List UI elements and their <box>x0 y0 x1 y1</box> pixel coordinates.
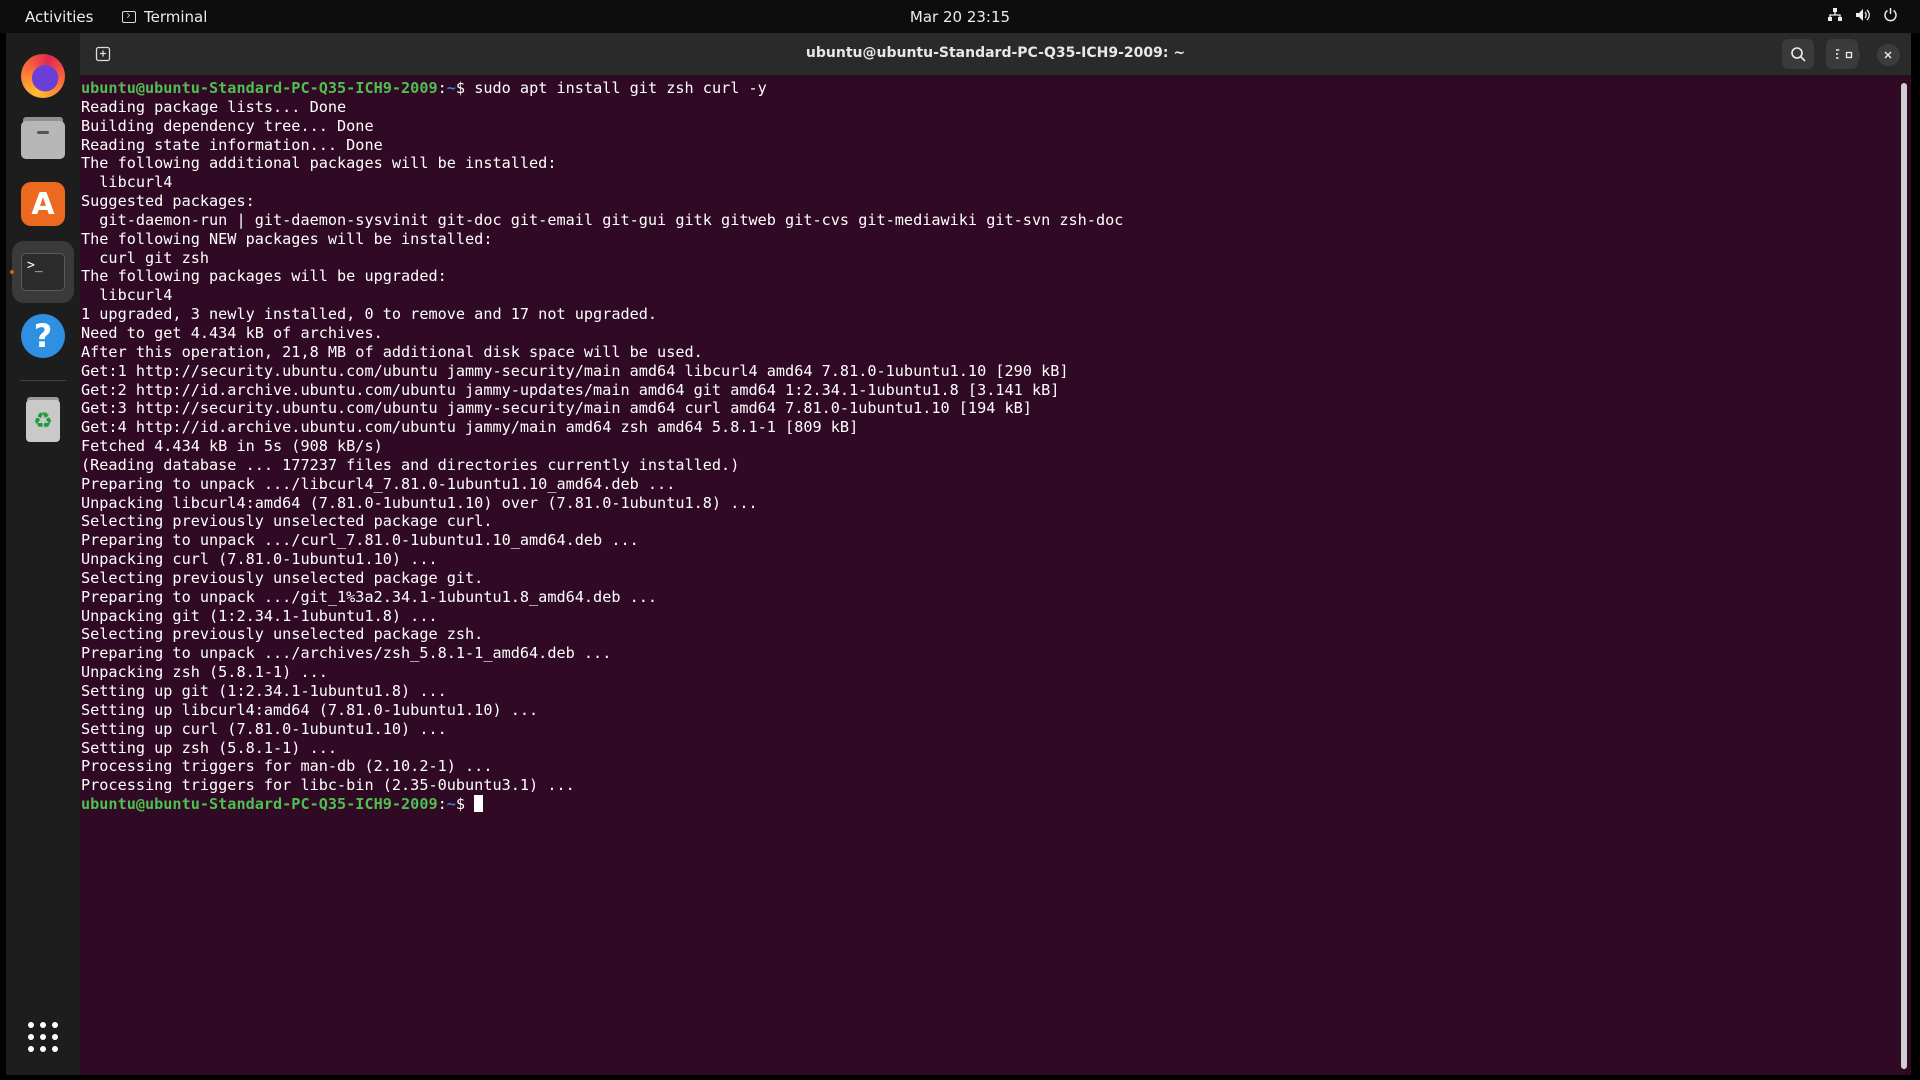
output-line: Need to get 4.434 kB of archives. <box>81 323 383 342</box>
dock-help[interactable]: ? <box>12 305 74 367</box>
power-icon[interactable] <box>1883 7 1898 22</box>
output-line: The following packages will be upgraded: <box>81 267 447 286</box>
output-line: Get:4 http://id.archive.ubuntu.com/ubunt… <box>81 418 859 437</box>
window-title: ubuntu@ubuntu-Standard-PC-Q35-ICH9-2009:… <box>805 45 1186 61</box>
output-line: Processing triggers for libc-bin (2.35-0… <box>81 776 575 795</box>
output-line: libcurl4 <box>81 286 173 305</box>
output-line: Building dependency tree... Done <box>81 116 374 135</box>
output-line: Get:2 http://id.archive.ubuntu.com/ubunt… <box>81 380 1060 399</box>
output-line: (Reading database ... 177237 files and d… <box>81 455 740 474</box>
output-line: Setting up zsh (5.8.1-1) ... <box>81 738 338 757</box>
output-line: Unpacking zsh (5.8.1-1) ... <box>81 663 328 682</box>
activities-button[interactable]: Activities <box>25 8 93 26</box>
top-bar: Activities Terminal Mar 20 23:15 <box>0 0 1920 33</box>
running-indicator <box>10 270 14 274</box>
clock[interactable]: Mar 20 23:15 <box>0 8 1920 26</box>
help-icon: ? <box>21 314 65 358</box>
output-line: libcurl4 <box>81 173 173 192</box>
output-line: Preparing to unpack .../git_1%3a2.34.1-1… <box>81 587 658 606</box>
trash-icon: ♻ <box>26 400 60 442</box>
output-line: Unpacking libcurl4:amd64 (7.81.0-1ubuntu… <box>81 493 758 512</box>
output-line: Selecting previously unselected package … <box>81 568 484 587</box>
search-icon <box>1791 47 1806 62</box>
output-line: Unpacking curl (7.81.0-1ubuntu1.10) ... <box>81 550 438 569</box>
dock-separator <box>20 380 66 381</box>
dock-trash[interactable]: ♻ <box>12 390 74 452</box>
output-line: curl git zsh <box>81 248 210 267</box>
output-line: Preparing to unpack .../curl_7.81.0-1ubu… <box>81 531 639 550</box>
restore-icon <box>1845 51 1853 59</box>
output-line: Setting up git (1:2.34.1-1ubuntu1.8) ... <box>81 682 447 700</box>
network-icon[interactable] <box>1827 7 1843 22</box>
prompt-path: ~ <box>446 79 456 97</box>
output-line: Preparing to unpack .../archives/zsh_5.8… <box>81 644 612 663</box>
output-line: git-daemon-run | git-daemon-sysvinit git… <box>81 210 1124 229</box>
app-menu-label: Terminal <box>144 8 208 26</box>
output-line: Processing triggers for man-db (2.10.2-1… <box>81 757 493 776</box>
output-line: Reading package lists... Done <box>81 97 347 116</box>
terminal-app-icon: >_ <box>21 253 65 291</box>
command-text: sudo apt install git zsh curl -y <box>474 79 767 97</box>
dock-files[interactable] <box>12 109 74 171</box>
maximize-button[interactable] <box>1838 44 1860 66</box>
output-line: Selecting previously unselected package … <box>81 512 493 531</box>
output-line: Setting up libcurl4:amd64 (7.81.0-1ubunt… <box>81 700 539 719</box>
output-line: Suggested packages: <box>81 192 255 211</box>
output-line: Reading state information... Done <box>81 135 383 154</box>
output-line: Get:3 http://security.ubuntu.com/ubuntu … <box>81 399 1032 418</box>
system-tray[interactable] <box>1827 7 1898 22</box>
search-button[interactable] <box>1782 39 1814 69</box>
output-line: The following NEW packages will be insta… <box>81 229 493 248</box>
show-apps-button[interactable] <box>12 1006 74 1068</box>
apps-grid-icon <box>28 1022 58 1052</box>
output-line: Get:1 http://security.ubuntu.com/ubuntu … <box>81 361 1069 380</box>
new-tab-button[interactable] <box>90 41 116 67</box>
volume-icon[interactable] <box>1855 8 1871 22</box>
terminal-output[interactable]: ubuntu@ubuntu-Standard-PC-Q35-ICH9-2009:… <box>81 76 1893 1069</box>
output-line: Setting up curl (7.81.0-1ubuntu1.10) ... <box>81 719 447 738</box>
app-menu[interactable]: Terminal <box>122 8 207 26</box>
scrollbar[interactable] <box>1901 83 1907 1069</box>
terminal-window: ubuntu@ubuntu-Standard-PC-Q35-ICH9-2009:… <box>80 33 1911 1075</box>
output-line: Selecting previously unselected package … <box>81 625 484 644</box>
new-tab-icon <box>95 46 111 62</box>
files-icon <box>21 121 65 159</box>
output-line: 1 upgraded, 3 newly installed, 0 to remo… <box>81 305 658 324</box>
dock-firefox[interactable] <box>12 45 74 107</box>
header-bar[interactable]: ubuntu@ubuntu-Standard-PC-Q35-ICH9-2009:… <box>80 33 1911 76</box>
output-lines: Reading package lists... Done Building de… <box>81 98 1893 795</box>
prompt-user: ubuntu@ubuntu-Standard-PC-Q35-ICH9-2009 <box>81 795 438 814</box>
output-line: Fetched 4.434 kB in 5s (908 kB/s) <box>81 437 383 456</box>
output-line: After this operation, 21,8 MB of additio… <box>81 342 703 361</box>
prompt-user: ubuntu@ubuntu-Standard-PC-Q35-ICH9-2009 <box>81 79 438 97</box>
firefox-icon <box>21 54 65 98</box>
output-line: Unpacking git (1:2.34.1-1ubuntu1.8) ... <box>81 606 438 625</box>
dock: A >_ ? ♻ <box>6 33 80 1075</box>
close-button[interactable] <box>1877 44 1899 66</box>
prompt-path: ~ <box>446 795 456 814</box>
output-line: The following additional packages will b… <box>81 154 557 173</box>
dock-terminal[interactable]: >_ <box>10 241 74 303</box>
dock-app-center[interactable]: A <box>12 173 74 235</box>
app-center-icon: A <box>21 182 65 226</box>
output-line: Preparing to unpack .../libcurl4_7.81.0-… <box>81 474 676 493</box>
close-icon <box>1884 51 1892 59</box>
terminal-icon <box>122 11 136 23</box>
text-cursor <box>474 795 484 813</box>
